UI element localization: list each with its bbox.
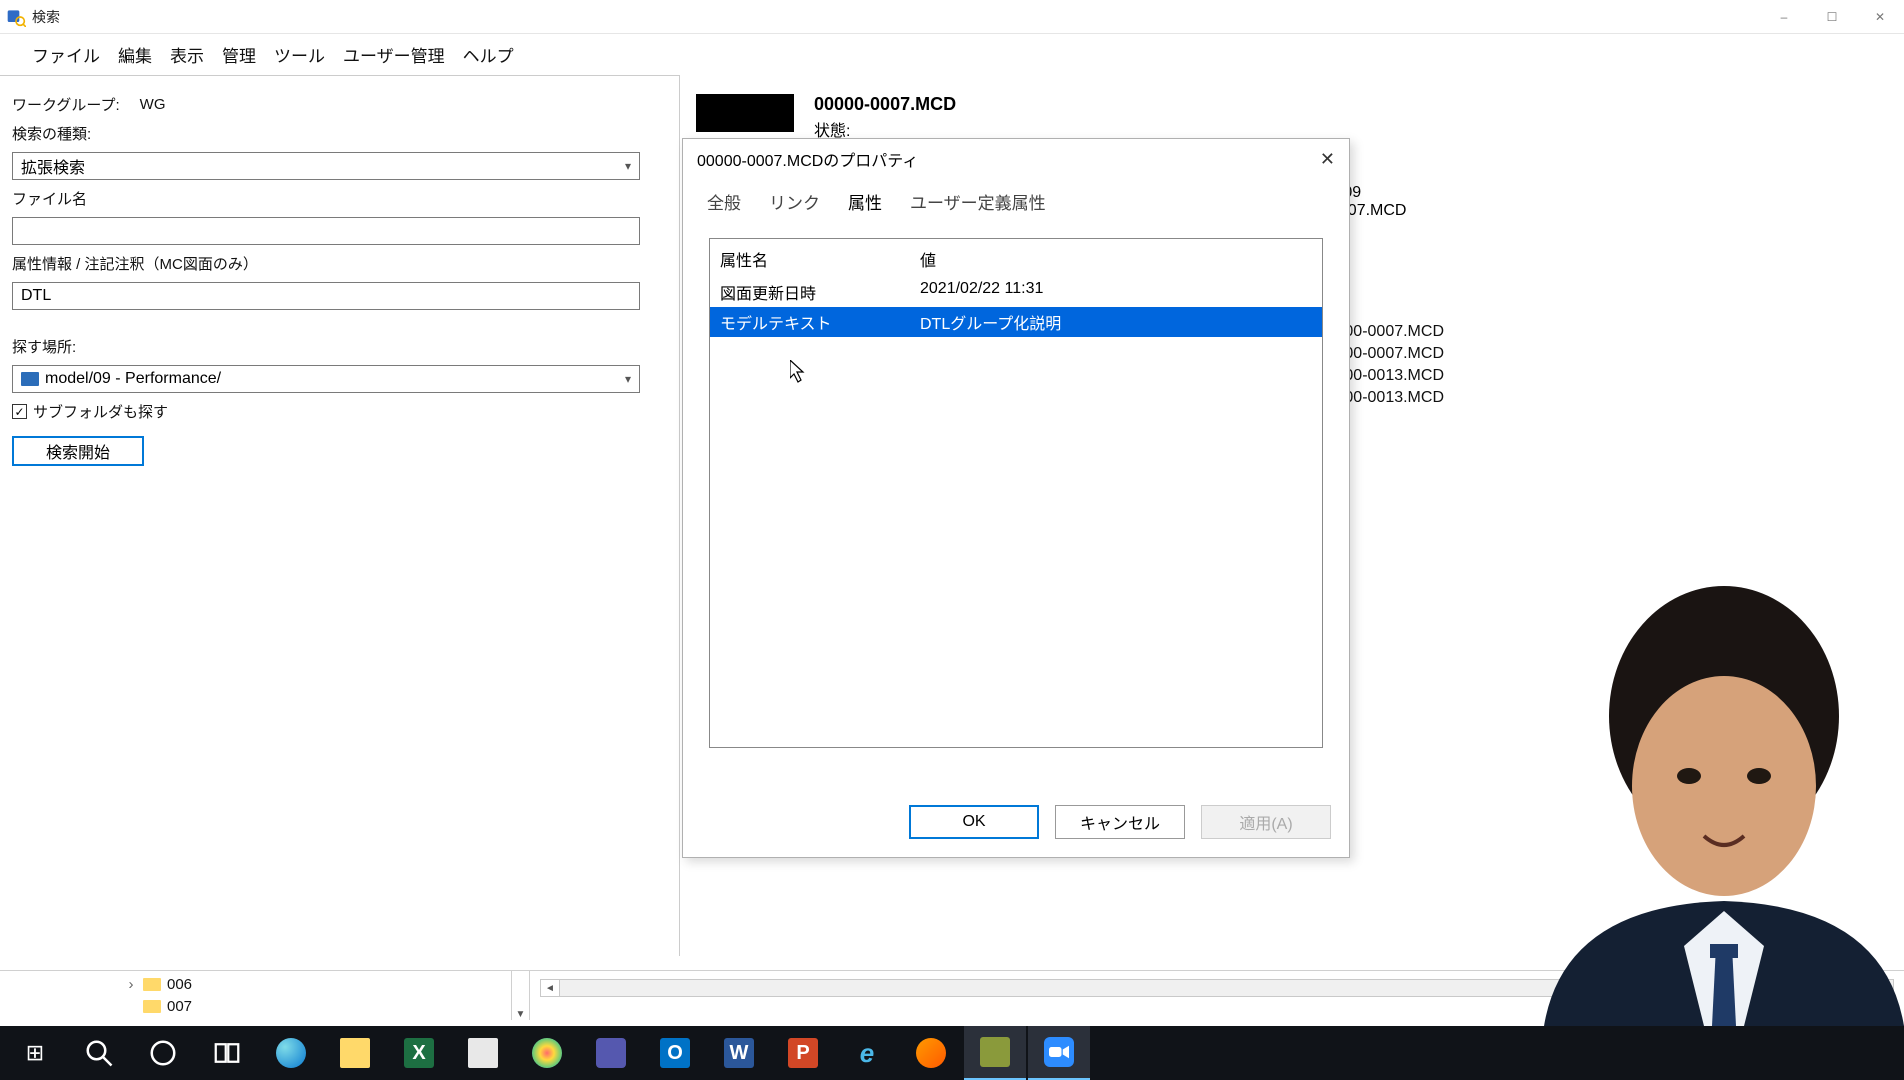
subfolders-label: サブフォルダも探す bbox=[33, 401, 168, 422]
attr-row[interactable]: 図面更新日時 2021/02/22 11:31 bbox=[710, 277, 1322, 307]
dialog-close-button[interactable]: ✕ bbox=[1320, 149, 1335, 170]
tb-app1[interactable] bbox=[900, 1026, 962, 1080]
tb-edge[interactable] bbox=[260, 1026, 322, 1080]
close-button[interactable]: ✕ bbox=[1856, 0, 1904, 34]
workgroup-value: WG bbox=[140, 96, 166, 113]
chevron-right-icon[interactable]: › bbox=[125, 976, 137, 993]
file-name: 00000-0007.MCD bbox=[814, 94, 956, 115]
tb-teams[interactable] bbox=[580, 1026, 642, 1080]
searchtype-label: 検索の種類: bbox=[12, 123, 655, 144]
menu-help[interactable]: ヘルプ bbox=[463, 42, 514, 67]
search-start-button[interactable]: 検索開始 bbox=[12, 436, 144, 466]
tb-powerpoint[interactable]: P bbox=[772, 1026, 834, 1080]
explorer-hscroll[interactable]: ◄ bbox=[530, 971, 1904, 1020]
menu-file[interactable]: ファイル bbox=[32, 42, 100, 67]
folder-icon bbox=[143, 1000, 161, 1013]
title-bar: 検索 – ☐ ✕ bbox=[0, 0, 1904, 34]
tb-app2[interactable] bbox=[964, 1026, 1026, 1080]
tb-paint[interactable] bbox=[516, 1026, 578, 1080]
tb-cortana[interactable] bbox=[132, 1026, 194, 1080]
tb-file-explorer[interactable] bbox=[324, 1026, 386, 1080]
searchtype-dropdown[interactable]: 拡張検索 ▾ bbox=[12, 152, 640, 180]
window-title: 検索 bbox=[32, 7, 60, 27]
menu-manage[interactable]: 管理 bbox=[222, 42, 256, 67]
tab-link[interactable]: リンク bbox=[767, 185, 822, 218]
tb-search[interactable] bbox=[68, 1026, 130, 1080]
tb-zoom[interactable] bbox=[1028, 1026, 1090, 1080]
filename-input[interactable] bbox=[12, 217, 640, 245]
tb-outlook[interactable]: O bbox=[644, 1026, 706, 1080]
location-label: 探す場所: bbox=[12, 336, 655, 357]
menu-bar: ファイル 編集 表示 管理 ツール ユーザー管理 ヘルプ bbox=[0, 34, 680, 76]
chevron-down-icon: ▾ bbox=[625, 372, 631, 386]
tab-attr[interactable]: 属性 bbox=[846, 185, 884, 218]
chevron-down-icon: ▾ bbox=[625, 159, 631, 173]
tab-userattr[interactable]: ユーザー定義属性 bbox=[908, 185, 1048, 218]
location-value: model/09 - Performance/ bbox=[45, 370, 221, 388]
location-dropdown[interactable]: model/09 - Performance/ ▾ bbox=[12, 365, 640, 393]
folder-icon bbox=[143, 978, 161, 991]
col-attrvalue[interactable]: 値 bbox=[920, 247, 936, 271]
tb-start[interactable]: ⊞ bbox=[4, 1026, 66, 1080]
cancel-button[interactable]: キャンセル bbox=[1055, 805, 1185, 839]
search-panel: ワークグループ: WG 検索の種類: 拡張検索 ▾ ファイル名 属性情報 / 注… bbox=[0, 76, 680, 956]
attr-row-selected[interactable]: モデルテキスト DTLグループ化説明 bbox=[710, 307, 1322, 337]
subfolders-checkbox[interactable]: ✓ bbox=[12, 404, 27, 419]
tab-general[interactable]: 全般 bbox=[705, 185, 743, 218]
properties-dialog: 00000-0007.MCDのプロパティ ✕ 全般 リンク 属性 ユーザー定義属… bbox=[682, 138, 1350, 858]
col-attrname[interactable]: 属性名 bbox=[720, 247, 920, 271]
menu-tool[interactable]: ツール bbox=[274, 42, 325, 67]
minimize-button[interactable]: – bbox=[1760, 0, 1808, 34]
menu-edit[interactable]: 編集 bbox=[118, 42, 152, 67]
tb-notepad[interactable] bbox=[452, 1026, 514, 1080]
tb-excel[interactable]: X bbox=[388, 1026, 450, 1080]
filename-label: ファイル名 bbox=[12, 188, 655, 209]
drive-icon bbox=[21, 372, 39, 386]
taskbar: ⊞ X O W P e bbox=[0, 1026, 1904, 1080]
scroll-left-icon[interactable]: ◄ bbox=[540, 979, 560, 997]
tree-folder[interactable]: 007 bbox=[125, 995, 529, 1017]
attrinfo-label: 属性情報 / 注記注釈（MC図面のみ） bbox=[12, 253, 655, 274]
workgroup-label: ワークグループ: bbox=[12, 94, 120, 115]
tb-taskview[interactable] bbox=[196, 1026, 258, 1080]
tb-ie[interactable]: e bbox=[836, 1026, 898, 1080]
attrinfo-input[interactable] bbox=[12, 282, 640, 310]
app-icon bbox=[6, 7, 26, 27]
ok-button[interactable]: OK bbox=[909, 805, 1039, 839]
tb-word[interactable]: W bbox=[708, 1026, 770, 1080]
tree-vscroll[interactable]: ▼ bbox=[511, 971, 529, 1020]
explorer-strip: › 006 007 ▼ ◄ bbox=[0, 970, 1904, 1020]
file-thumbnail bbox=[696, 94, 794, 132]
tree-folder[interactable]: › 006 bbox=[125, 973, 529, 995]
dialog-title: 00000-0007.MCDのプロパティ bbox=[697, 147, 918, 171]
maximize-button[interactable]: ☐ bbox=[1808, 0, 1856, 34]
menu-user[interactable]: ユーザー管理 bbox=[343, 42, 445, 67]
menu-view[interactable]: 表示 bbox=[170, 42, 204, 67]
attributes-list: 属性名 値 図面更新日時 2021/02/22 11:31 モデルテキスト DT… bbox=[709, 238, 1323, 748]
apply-button: 適用(A) bbox=[1201, 805, 1331, 839]
searchtype-value: 拡張検索 bbox=[21, 154, 85, 178]
